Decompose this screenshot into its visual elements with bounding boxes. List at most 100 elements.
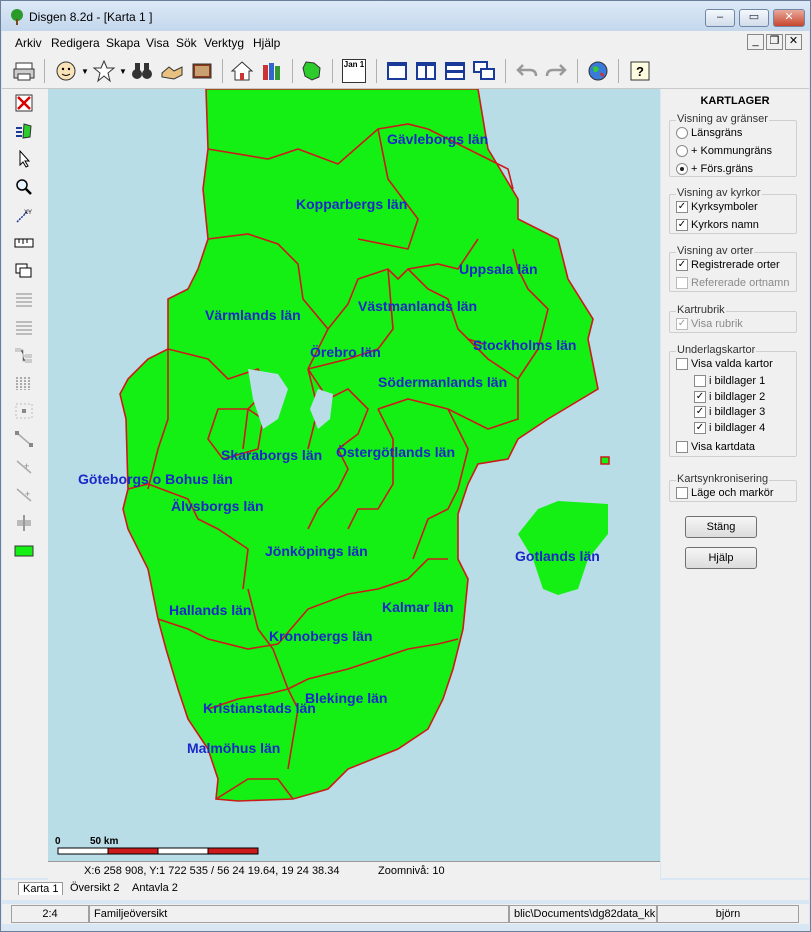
- coordinate-icon[interactable]: XY: [14, 206, 34, 224]
- base-maps-group: Underlagskartor Visa valda kartor i bild…: [669, 344, 797, 457]
- county-label[interactable]: Värmlands län: [205, 307, 301, 323]
- county-label[interactable]: Gotlands län: [515, 548, 600, 564]
- county-label[interactable]: Skaraborgs län: [221, 447, 322, 463]
- map-export-icon[interactable]: [14, 122, 34, 140]
- layout-single-icon[interactable]: [385, 59, 409, 83]
- checkbox-indicator[interactable]: ✓: [694, 406, 706, 419]
- undo-icon[interactable]: [515, 59, 539, 83]
- minimize-button[interactable]: –: [705, 9, 735, 27]
- help-icon[interactable]: ?: [628, 59, 652, 83]
- checkbox-indicator[interactable]: [676, 358, 688, 371]
- zoom-icon[interactable]: [14, 178, 34, 196]
- person-icon[interactable]: [54, 59, 78, 83]
- checkbox-bildlager-2[interactable]: ✓ i bildlager 2: [694, 391, 765, 404]
- mdi-restore-button[interactable]: ❐: [766, 34, 783, 50]
- menu-hjalp[interactable]: Hjälp: [253, 36, 280, 50]
- county-label[interactable]: Örebro län: [310, 344, 381, 360]
- pointer-icon[interactable]: [14, 150, 34, 168]
- person-star-icon[interactable]: [92, 59, 116, 83]
- radio-forsgrans[interactable]: + Förs.gräns: [676, 163, 753, 176]
- close-map-icon[interactable]: [14, 94, 34, 112]
- redo-icon[interactable]: [544, 59, 568, 83]
- close-panel-button[interactable]: Stäng: [685, 516, 757, 538]
- county-label[interactable]: Kalmar län: [382, 599, 454, 615]
- handshake-icon[interactable]: [160, 59, 184, 83]
- line-edit-disabled-icon: +: [16, 488, 32, 502]
- layout-cascade-icon[interactable]: [472, 59, 496, 83]
- county-label[interactable]: Göteborgs o Bohus län: [78, 471, 233, 487]
- tab-karta-1[interactable]: Karta 1: [18, 882, 64, 895]
- checkbox-label: Läge och markör: [691, 487, 774, 499]
- maximize-button[interactable]: ▭: [739, 9, 769, 27]
- globe-icon[interactable]: [586, 59, 610, 83]
- menu-visa[interactable]: Visa: [146, 36, 169, 50]
- menu-sok[interactable]: Sök: [176, 36, 197, 50]
- checkbox-bildlager-4[interactable]: ✓ i bildlager 4: [694, 422, 765, 435]
- checkbox-registrerade-orter[interactable]: ✓ Registrerade orter: [676, 259, 780, 272]
- county-label[interactable]: Kopparbergs län: [296, 196, 407, 212]
- layout-two-icon[interactable]: [414, 59, 438, 83]
- checkbox-kyrksymboler[interactable]: ✓ Kyrksymboler: [676, 201, 758, 214]
- checkbox-lage-och-markor[interactable]: Läge och markör: [676, 487, 774, 500]
- tab-oversikt-2[interactable]: Översikt 2: [66, 882, 124, 894]
- person-dropdown-icon[interactable]: ▼: [81, 67, 89, 76]
- status-view: Familjeöversikt: [89, 905, 509, 923]
- radio-indicator[interactable]: [676, 127, 688, 140]
- county-label[interactable]: Kronobergs län: [269, 628, 372, 644]
- checkbox-indicator[interactable]: ✓: [676, 219, 688, 232]
- checkbox-indicator[interactable]: [676, 441, 688, 454]
- checkbox-bildlager-3[interactable]: ✓ i bildlager 3: [694, 406, 765, 419]
- county-label[interactable]: Jönköpings län: [265, 543, 368, 559]
- checkbox-indicator[interactable]: ✓: [676, 201, 688, 214]
- mdi-minimize-button[interactable]: _: [747, 34, 764, 50]
- menu-redigera[interactable]: Redigera: [51, 36, 100, 50]
- radio-lansgrans[interactable]: Länsgräns: [676, 127, 742, 140]
- checkbox-indicator[interactable]: ✓: [676, 259, 688, 272]
- county-label[interactable]: Stockholms län: [473, 337, 576, 353]
- copy-icon[interactable]: [14, 262, 34, 280]
- menu-arkiv[interactable]: Arkiv: [15, 36, 42, 50]
- binoculars-icon[interactable]: [130, 59, 154, 83]
- print-icon[interactable]: [12, 59, 36, 83]
- county-label[interactable]: Hallands län: [169, 602, 251, 618]
- county-label[interactable]: Älvsborgs län: [171, 498, 264, 514]
- checkbox-indicator[interactable]: [694, 375, 706, 388]
- county-label[interactable]: Uppsala län: [459, 261, 538, 277]
- county-label[interactable]: Blekinge län: [305, 690, 387, 706]
- checkbox-visa-valda-kartor[interactable]: Visa valda kartor: [676, 358, 773, 371]
- checkbox-indicator[interactable]: ✓: [694, 422, 706, 435]
- county-label[interactable]: Kristianstads län: [203, 700, 316, 716]
- person-star-dropdown-icon[interactable]: ▼: [119, 67, 127, 76]
- map-icon[interactable]: [300, 59, 324, 83]
- layout-rows-icon[interactable]: [443, 59, 467, 83]
- map-view[interactable]: 0 50 km Gävleborgs län Kopparbergs län U…: [48, 89, 660, 861]
- county-label[interactable]: Östergötlands län: [336, 444, 455, 460]
- book-icon[interactable]: [190, 59, 214, 83]
- svg-text:+: +: [24, 461, 29, 471]
- checkbox-bildlager-1[interactable]: i bildlager 1: [694, 375, 765, 388]
- checkbox-indicator[interactable]: ✓: [694, 391, 706, 404]
- mdi-close-button[interactable]: ✕: [785, 34, 802, 50]
- house-icon[interactable]: [230, 59, 254, 83]
- close-button[interactable]: ✕: [773, 9, 805, 27]
- menu-verktyg[interactable]: Verktyg: [204, 36, 244, 50]
- county-label[interactable]: Malmöhus län: [187, 740, 280, 756]
- county-label[interactable]: Gävleborgs län: [387, 131, 488, 147]
- county-label[interactable]: Västmanlands län: [358, 298, 477, 314]
- radio-kommungrans[interactable]: + Kommungräns: [676, 145, 772, 158]
- menu-skapa[interactable]: Skapa: [106, 36, 140, 50]
- checkbox-kyrkors-namn[interactable]: ✓ Kyrkors namn: [676, 219, 759, 232]
- calendar-icon[interactable]: Jan 1: [342, 59, 366, 83]
- checkbox-visa-rubrik: ✓ Visa rubrik: [676, 318, 743, 331]
- checkbox-indicator[interactable]: [676, 487, 688, 500]
- ruler-icon[interactable]: [14, 234, 34, 252]
- county-label[interactable]: Södermanlands län: [378, 374, 507, 390]
- radio-indicator[interactable]: [676, 163, 688, 176]
- radio-indicator[interactable]: [676, 145, 688, 158]
- land-color-icon[interactable]: [14, 542, 34, 560]
- books-icon[interactable]: [260, 59, 284, 83]
- help-button[interactable]: Hjälp: [685, 547, 757, 569]
- checkbox-label: Kyrksymboler: [691, 201, 758, 213]
- tab-antavla-2[interactable]: Antavla 2: [128, 882, 182, 894]
- checkbox-visa-kartdata[interactable]: Visa kartdata: [676, 441, 755, 454]
